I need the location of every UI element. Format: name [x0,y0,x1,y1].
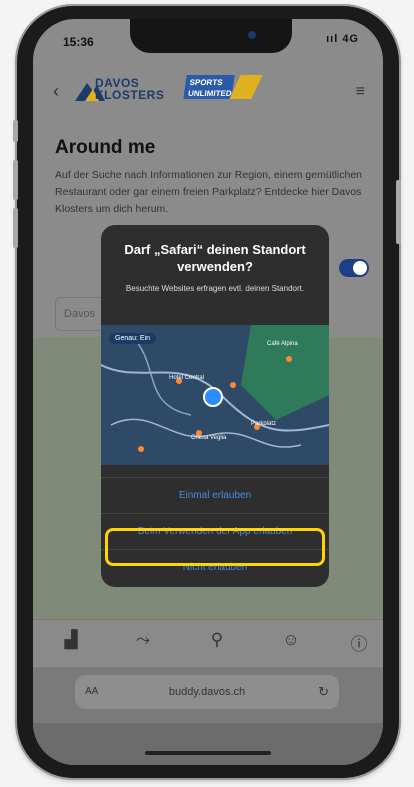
location-toggle[interactable] [339,259,369,277]
safari-toolbar [33,723,383,765]
reload-icon[interactable]: ↻ [318,675,329,709]
screen: 15:36 ııl 4G ‹ DAVOS KLOSTERS SPORTS UNL… [33,19,383,765]
safari-url-bar: AA buddy.davos.ch ↻ [33,667,383,723]
partner-line1: SPORTS [189,78,224,87]
page-title: Around me [55,137,156,158]
map-place-label: Parkplatz [251,421,277,427]
highlight-outline [105,528,325,566]
status-time: 15:36 [63,35,94,49]
route-icon[interactable]: ⤳ [131,630,155,650]
map-place-label: Chesa Veglia [191,435,227,441]
map-place-label: Café Alpina [267,341,298,347]
camera-dot [248,31,256,39]
dialog-title: Darf „Safari“ deinen Standort verwenden? [124,242,306,274]
brand-line2: KLOSTERS [95,88,165,102]
brand-logo[interactable]: DAVOS KLOSTERS [95,77,164,101]
info-icon[interactable]: ⓘ [347,630,371,655]
url-text: buddy.davos.ch [168,686,246,698]
hamburger-menu-icon[interactable]: ≡ [356,83,365,101]
signal-icon: ııl 4G [326,33,359,45]
partner-slash [229,75,263,99]
toggle-knob [353,261,367,275]
volume-up-button [13,160,18,200]
chevron-left-icon[interactable]: ‹ [53,81,59,102]
map-place-label: Hotel Central [169,375,205,381]
site-tab-bar: ▟ ⤳ ⚲ ☺ ⓘ [33,619,383,666]
chart-icon[interactable]: ▟ [59,630,83,650]
map-pin-icon[interactable]: ⚲ [205,630,229,650]
user-icon[interactable]: ☺ [279,630,303,650]
notch [130,19,292,53]
home-indicator [145,751,271,755]
precise-location-badge[interactable]: Genau: Ein [109,333,157,344]
site-header: ‹ DAVOS KLOSTERS SPORTS UNLIMITED ≡ [33,63,383,123]
text-size-button[interactable]: AA [85,675,98,709]
power-button [396,180,401,244]
mute-switch [13,120,18,142]
volume-down-button [13,208,18,248]
dialog-message: Besuchte Websites erfragen evtl. deinen … [125,284,305,293]
partner-logo: SPORTS UNLIMITED [183,75,235,99]
intro-text: Auf der Suche nach Informationen zur Reg… [55,169,363,215]
partner-line2: UNLIMITED [187,89,233,98]
allow-once-button[interactable]: Einmal erlauben [101,477,329,514]
address-field[interactable]: AA buddy.davos.ch ↻ [75,675,339,709]
